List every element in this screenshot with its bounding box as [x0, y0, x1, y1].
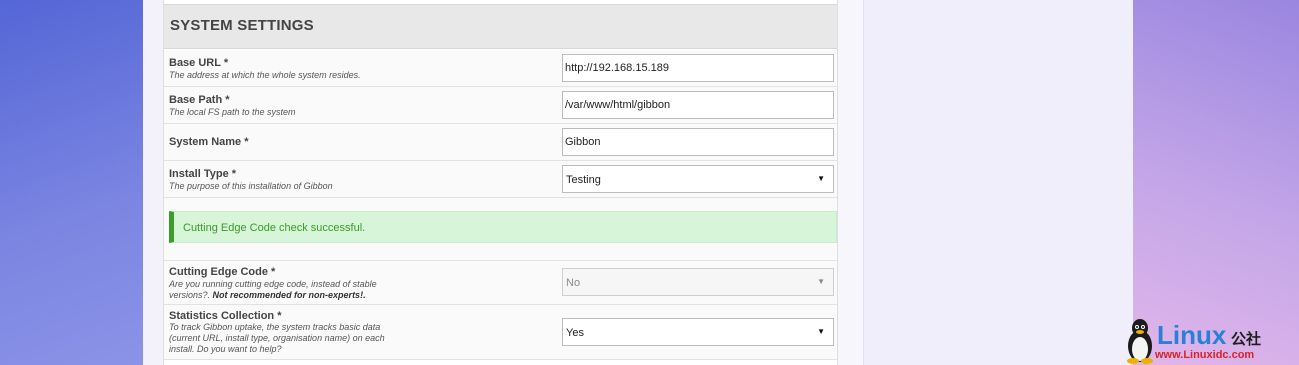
base-url-label: Base URL *: [169, 57, 229, 69]
row-base-path: Base Path * The local FS path to the sys…: [164, 87, 837, 124]
watermark-cn: 公社: [1231, 331, 1262, 348]
background-left: [0, 0, 143, 365]
tux-penguin-icon: [1127, 319, 1153, 364]
cutting-edge-warning: Not recommended for non-experts!.: [212, 290, 366, 300]
base-path-description: The local FS path to the system: [169, 107, 296, 117]
row-install-type: Install Type * The purpose of this insta…: [164, 161, 837, 198]
watermark-url: www.Linuxidc.com: [1155, 349, 1255, 361]
base-url-description: The address at which the whole system re…: [169, 70, 361, 80]
cutting-edge-description-line1: Are you running cutting edge code, inste…: [169, 279, 377, 289]
base-path-label: Base Path *: [169, 94, 230, 106]
install-type-select[interactable]: Testing ▼: [562, 165, 834, 193]
system-name-input[interactable]: [562, 128, 834, 156]
chevron-down-icon: ▼: [817, 174, 825, 183]
cutting-edge-description-line2: versions?. Not recommended for non-exper…: [169, 290, 377, 301]
linuxidc-watermark: Linux 公社 www.Linuxidc.com: [1123, 316, 1299, 365]
success-alert: Cutting Edge Code check successful.: [169, 211, 837, 243]
background-right: [1133, 0, 1299, 365]
statistics-description: To track Gibbon uptake, the system track…: [169, 322, 385, 355]
section-heading: SYSTEM SETTINGS: [164, 4, 837, 49]
base-url-input[interactable]: [562, 54, 834, 82]
page-gutter: [143, 0, 163, 365]
row-base-url: Base URL * The address at which the whol…: [164, 50, 837, 87]
chevron-down-icon: ▼: [817, 277, 825, 286]
row-cutting-edge: Cutting Edge Code * Are you running cutt…: [164, 261, 837, 305]
sidebar: [863, 0, 1133, 365]
base-path-input[interactable]: [562, 91, 834, 119]
cutting-edge-select[interactable]: No ▼: [562, 268, 834, 296]
chevron-down-icon: ▼: [817, 327, 825, 336]
watermark-brand: Linux: [1157, 320, 1227, 350]
statistics-label: Statistics Collection *: [169, 310, 282, 322]
install-type-description: The purpose of this installation of Gibb…: [169, 181, 333, 191]
statistics-select[interactable]: Yes ▼: [562, 318, 834, 346]
section-title: SYSTEM SETTINGS: [170, 17, 314, 34]
row-system-name: System Name *: [164, 124, 837, 161]
cutting-edge-label: Cutting Edge Code *: [169, 266, 276, 278]
row-statistics: Statistics Collection * To track Gibbon …: [164, 305, 837, 360]
settings-form: SYSTEM SETTINGS Base URL * The address a…: [163, 0, 838, 365]
alert-message: Cutting Edge Code check successful.: [183, 222, 366, 234]
statistics-value: Yes: [566, 327, 584, 339]
statistics-description-line2: (current URL, install type, organisation…: [169, 333, 385, 343]
statistics-description-line3: install. Do you want to help?: [169, 344, 282, 354]
statistics-description-line1: To track Gibbon uptake, the system track…: [169, 322, 381, 332]
system-name-label: System Name *: [169, 136, 249, 148]
cutting-edge-description: Are you running cutting edge code, inste…: [169, 279, 377, 301]
install-type-label: Install Type *: [169, 168, 237, 180]
cutting-edge-description-text: versions?.: [169, 290, 211, 300]
install-type-value: Testing: [566, 174, 601, 186]
cutting-edge-value: No: [566, 277, 581, 289]
